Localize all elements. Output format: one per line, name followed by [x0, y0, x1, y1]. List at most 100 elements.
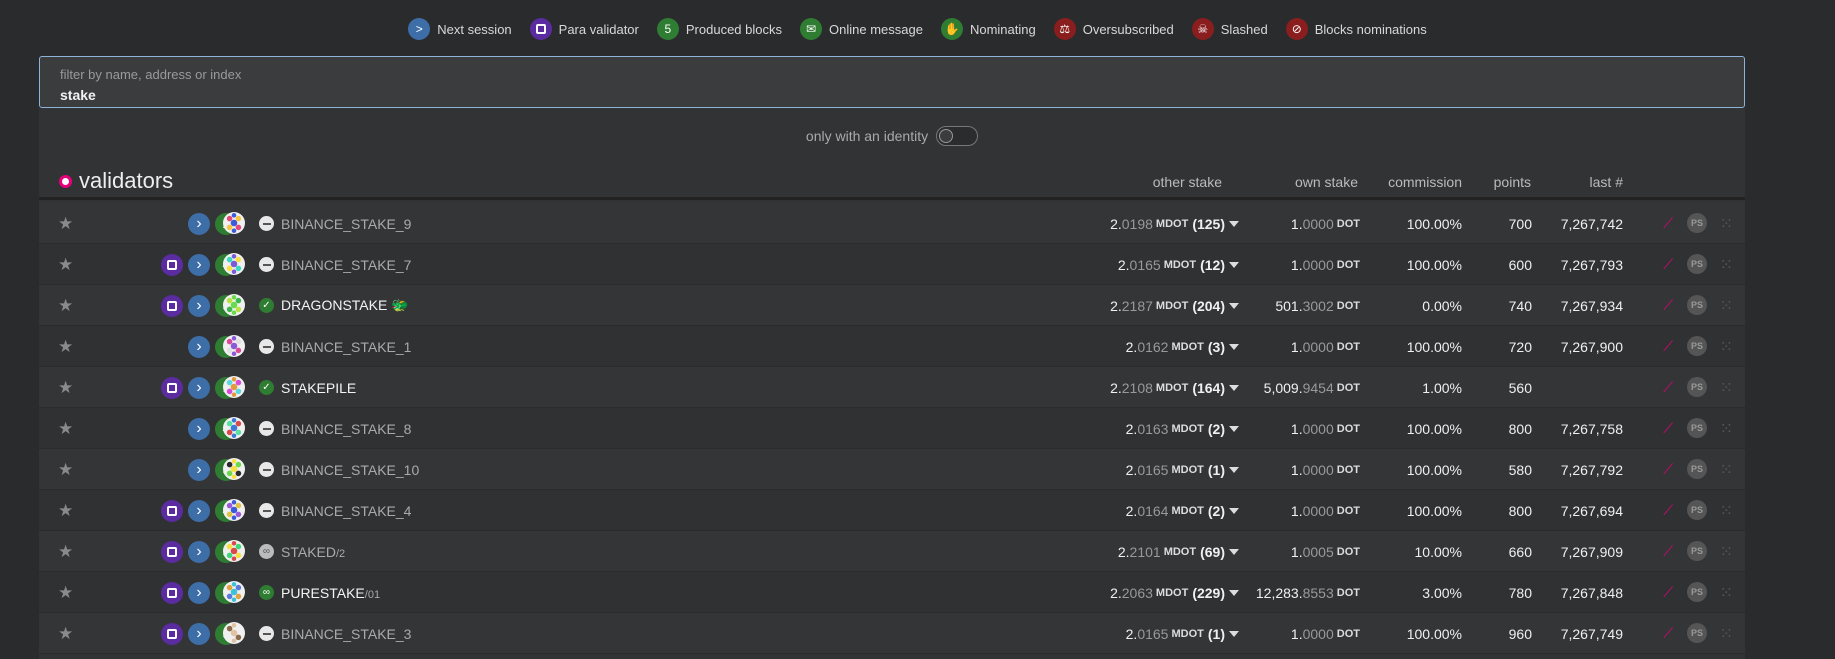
star-icon[interactable]: ★: [58, 531, 73, 572]
chart-icon[interactable]: ⟋: [1663, 613, 1673, 654]
identicon-avatar[interactable]: [223, 253, 245, 275]
identity[interactable]: BINANCE_STAKE_3: [259, 613, 411, 654]
network-icon[interactable]: ⁙: [1720, 531, 1733, 572]
identity-toggle[interactable]: [936, 126, 979, 146]
identity[interactable]: BINANCE_STAKE_7: [259, 244, 411, 285]
col-commission[interactable]: commission: [1388, 174, 1462, 190]
expand-caret-icon[interactable]: [1229, 385, 1239, 391]
network-icon[interactable]: ⁙: [1720, 367, 1733, 408]
network-icon[interactable]: ⁙: [1720, 572, 1733, 613]
network-icon[interactable]: ⁙: [1720, 326, 1733, 367]
identicon-avatar[interactable]: [223, 376, 245, 398]
polkastats-icon[interactable]: PS: [1687, 541, 1707, 561]
polkastats-icon[interactable]: PS: [1687, 582, 1707, 602]
network-icon[interactable]: ⁙: [1720, 203, 1733, 244]
expand-caret-icon[interactable]: [1229, 590, 1239, 596]
polkastats-icon[interactable]: PS: [1687, 459, 1707, 479]
points: 800: [1508, 502, 1532, 519]
identicon-avatar[interactable]: [223, 417, 245, 439]
expand-caret-icon[interactable]: [1229, 467, 1239, 473]
chart-icon[interactable]: ⟋: [1663, 408, 1673, 449]
col-other-stake[interactable]: other stake: [1153, 174, 1222, 190]
network-icon[interactable]: ⁙: [1720, 490, 1733, 531]
col-own-stake[interactable]: own stake: [1295, 174, 1358, 190]
star-icon[interactable]: ★: [58, 367, 73, 408]
other-stake-int: 2.: [1110, 215, 1122, 232]
identicon-avatar[interactable]: [223, 499, 245, 521]
para-validator-icon: [161, 253, 183, 276]
col-last[interactable]: last #: [1590, 174, 1623, 190]
star-icon[interactable]: ★: [58, 285, 73, 326]
identity[interactable]: BINANCE_STAKE_10: [259, 449, 419, 490]
star-icon[interactable]: ★: [58, 326, 73, 367]
chart-icon[interactable]: ⟋: [1663, 285, 1673, 326]
expand-caret-icon[interactable]: [1229, 262, 1239, 268]
polkastats-icon[interactable]: PS: [1687, 213, 1707, 233]
expand-caret-icon[interactable]: [1229, 303, 1239, 309]
chart-icon[interactable]: ⟋: [1663, 367, 1673, 408]
identicon-avatar[interactable]: [223, 458, 245, 480]
polkastats-icon[interactable]: PS: [1687, 623, 1707, 643]
identicon-avatar[interactable]: [223, 540, 245, 562]
no-identity-icon: [259, 216, 274, 231]
identicon-avatar[interactable]: [223, 335, 245, 357]
identicon-avatar[interactable]: [223, 622, 245, 644]
polkastats-icon[interactable]: PS: [1687, 418, 1707, 438]
chevron-right-icon: ›: [188, 622, 210, 645]
identicon-avatar[interactable]: [223, 581, 245, 603]
star-icon[interactable]: ★: [58, 613, 73, 654]
identity[interactable]: ✓ DRAGONSTAKE 🐲: [259, 285, 409, 326]
chart-icon[interactable]: ⟋: [1663, 203, 1673, 244]
chart-icon[interactable]: ⟋: [1663, 531, 1673, 572]
star-icon[interactable]: ★: [58, 449, 73, 490]
col-points[interactable]: points: [1494, 174, 1531, 190]
star-icon[interactable]: ★: [58, 244, 73, 285]
legend-label: Next session: [437, 21, 512, 37]
filter-box[interactable]: filter by name, address or index: [39, 56, 1745, 108]
identity[interactable]: BINANCE_STAKE_9: [259, 203, 411, 244]
identicon-avatar[interactable]: [223, 212, 245, 234]
chart-icon[interactable]: ⟋: [1663, 490, 1673, 531]
network-icon[interactable]: ⁙: [1720, 285, 1733, 326]
chart-icon[interactable]: ⟋: [1663, 244, 1673, 285]
other-stake-int: 2.: [1117, 543, 1130, 560]
star-icon[interactable]: ★: [58, 572, 73, 613]
polkastats-icon[interactable]: PS: [1687, 377, 1707, 397]
star-icon[interactable]: ★: [58, 203, 73, 244]
table-row: ★ ›5 ✓ DRAGONSTAKE 🐲 2.2187MDOT(204) 501.3002…: [39, 285, 1745, 326]
chart-icon[interactable]: ⟋: [1663, 449, 1673, 490]
other-stake-int: 2.: [1110, 297, 1122, 314]
own-stake-unit: DOT: [1336, 545, 1360, 558]
polkastats-icon[interactable]: PS: [1687, 295, 1707, 315]
network-icon[interactable]: ⁙: [1720, 449, 1733, 490]
star-icon[interactable]: ★: [58, 490, 73, 531]
expand-caret-icon[interactable]: [1229, 221, 1239, 227]
legend-label: Para validator: [558, 21, 639, 37]
expand-caret-icon[interactable]: [1229, 426, 1239, 432]
polkastats-icon[interactable]: PS: [1687, 500, 1707, 520]
expand-caret-icon[interactable]: [1229, 508, 1239, 514]
identity[interactable]: ✓ STAKEPILE: [259, 367, 356, 408]
network-icon[interactable]: ⁙: [1720, 244, 1733, 285]
expand-caret-icon[interactable]: [1229, 631, 1239, 637]
filter-input[interactable]: [60, 87, 1724, 103]
nominator-count: (69): [1200, 543, 1225, 560]
identicon-avatar[interactable]: [223, 294, 245, 316]
chart-icon[interactable]: ⟋: [1663, 326, 1673, 367]
table-row: ★ ›4 BINANCE_STAKE_7 2.0165MDOT(12) 1.0000DO…: [39, 244, 1745, 285]
star-icon[interactable]: ★: [58, 408, 73, 449]
expand-caret-icon[interactable]: [1229, 344, 1239, 350]
network-icon[interactable]: ⁙: [1720, 613, 1733, 654]
polkastats-icon[interactable]: PS: [1687, 254, 1707, 274]
polkastats-icon[interactable]: PS: [1687, 336, 1707, 356]
other-stake: 2. 0162 MDOT (3): [1126, 326, 1225, 367]
points: 720: [1508, 338, 1532, 355]
identity[interactable]: ∞ PURESTAKE/01: [259, 572, 380, 613]
identity[interactable]: BINANCE_STAKE_8: [259, 408, 411, 449]
expand-caret-icon[interactable]: [1229, 549, 1239, 555]
network-icon[interactable]: ⁙: [1720, 408, 1733, 449]
identity[interactable]: BINANCE_STAKE_4: [259, 490, 411, 531]
identity[interactable]: BINANCE_STAKE_1: [259, 326, 411, 367]
chart-icon[interactable]: ⟋: [1663, 572, 1673, 613]
identity[interactable]: ∞ STAKED/2: [259, 531, 345, 572]
